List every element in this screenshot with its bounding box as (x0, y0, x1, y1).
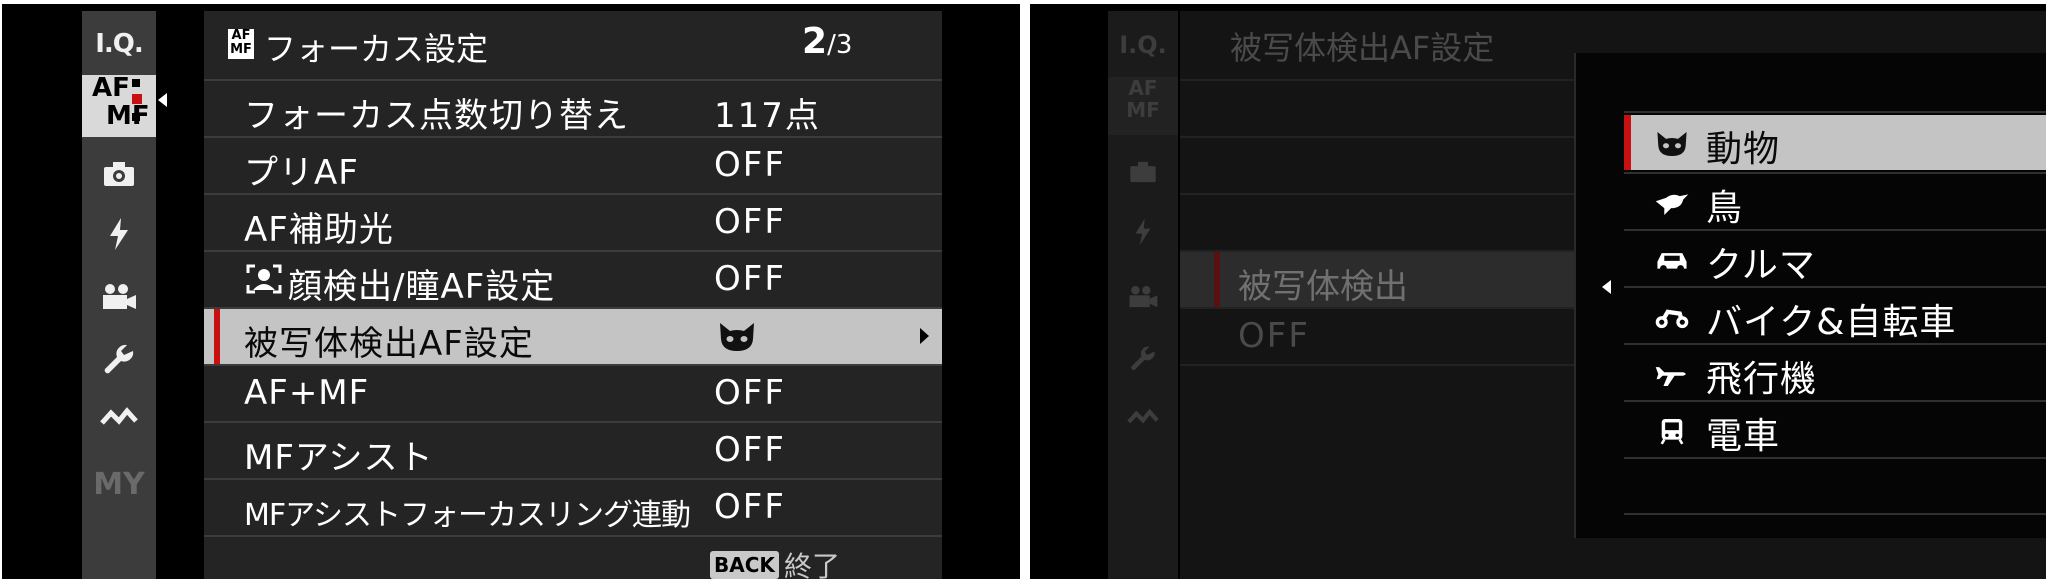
background-title: 被写体検出AF設定 (1230, 29, 1495, 67)
face-detect-icon (246, 264, 282, 294)
selection-marker (1624, 115, 1631, 170)
option-car[interactable]: クルマ (1624, 231, 2046, 286)
focus-settings-screen: I.Q. AF MF MY AF MF フォーカス設定 2/3 フォーカス点数切… (2, 4, 1020, 579)
animal-icon (1657, 132, 1687, 156)
option-train[interactable]: 電車 (1624, 402, 2046, 457)
car-icon (1657, 253, 1687, 272)
menu-header: AF MF フォーカス設定 2/3 (204, 11, 942, 79)
option-airplane[interactable]: 飛行機 (1624, 345, 2046, 400)
menu-row-mf-assist-ring[interactable]: MFアシストフォーカスリング連動 OFF (204, 478, 942, 535)
dimmed-background-menu: 被写体検出AF設定 被写体検出 OFF 動物 鳥 クルマ バイク&自転車 飛行機… (1180, 11, 2046, 579)
camera-icon[interactable] (82, 161, 156, 191)
back-label: 終了 (784, 550, 841, 579)
current-tab-pointer (158, 93, 167, 107)
selection-marker (214, 309, 220, 364)
popup-pointer-icon (1602, 280, 1611, 294)
menu-row-af-illuminator[interactable]: AF補助光 OFF (204, 193, 942, 250)
option-animal[interactable]: 動物 (1624, 115, 2046, 170)
menu-row-mf-assist[interactable]: MFアシスト OFF (204, 421, 942, 478)
back-exit-hint[interactable]: BACK 終了 (710, 545, 840, 579)
wrench-icon[interactable] (82, 343, 156, 381)
sidebar-tab-iq: I.Q. (1119, 31, 1167, 59)
subject-detection-popup: 動物 鳥 クルマ バイク&自転車 飛行機 電車 (1574, 53, 2046, 538)
flash-icon[interactable] (82, 217, 156, 255)
menu-row-subject-detection[interactable]: 被写体検出AF設定 (204, 307, 942, 364)
submenu-arrow-icon (920, 328, 929, 344)
sidebar-tab-af-mf[interactable]: AF MF (82, 75, 167, 137)
sidebar-tab-my[interactable]: MY (82, 467, 156, 502)
dimmed-sidebar: I.Q. AF MF (1108, 11, 1178, 579)
focus-settings-menu: AF MF フォーカス設定 2/3 フォーカス点数切り替え 117点 プリAF … (204, 11, 942, 579)
subject-detection-screen: I.Q. AF MF 被写体検出AF設定 被写体検出 OFF 動物 鳥 クルマ … (1030, 4, 2046, 579)
back-key-badge: BACK (710, 551, 779, 579)
connection-icon (1108, 407, 1178, 431)
page-indicator: 2/3 (802, 21, 853, 62)
sidebar-tab-af-mf: AF MF (1108, 77, 1178, 135)
wrench-icon (1108, 345, 1178, 377)
option-motorcycle-bicycle[interactable]: バイク&自転車 (1624, 288, 2046, 343)
animal-icon (720, 323, 754, 351)
menu-row-pre-af[interactable]: プリAF OFF (204, 136, 942, 193)
bird-icon (1655, 194, 1689, 215)
movie-camera-icon (1108, 285, 1178, 313)
motorcycle-icon (1655, 309, 1689, 329)
af-mf-header-icon: AF MF (228, 29, 254, 59)
menu-row-af-mf[interactable]: AF+MF OFF (204, 364, 942, 421)
flash-icon (1108, 217, 1178, 251)
airplane-icon (1655, 367, 1686, 386)
camera-icon (1108, 161, 1178, 187)
page-title: フォーカス設定 (264, 30, 489, 68)
background-row-value: OFF (1238, 316, 1310, 356)
menu-row-focus-points[interactable]: フォーカス点数切り替え 117点 (204, 79, 942, 136)
menu-category-sidebar: I.Q. AF MF MY (82, 11, 167, 579)
train-icon (1660, 419, 1684, 445)
movie-camera-icon[interactable] (82, 283, 156, 315)
sidebar-tab-iq[interactable]: I.Q. (82, 29, 156, 59)
menu-row-face-eye-detection[interactable]: 顔検出/瞳AF設定 OFF (204, 250, 942, 307)
connection-icon[interactable] (82, 405, 156, 433)
option-bird[interactable]: 鳥 (1624, 174, 2046, 229)
